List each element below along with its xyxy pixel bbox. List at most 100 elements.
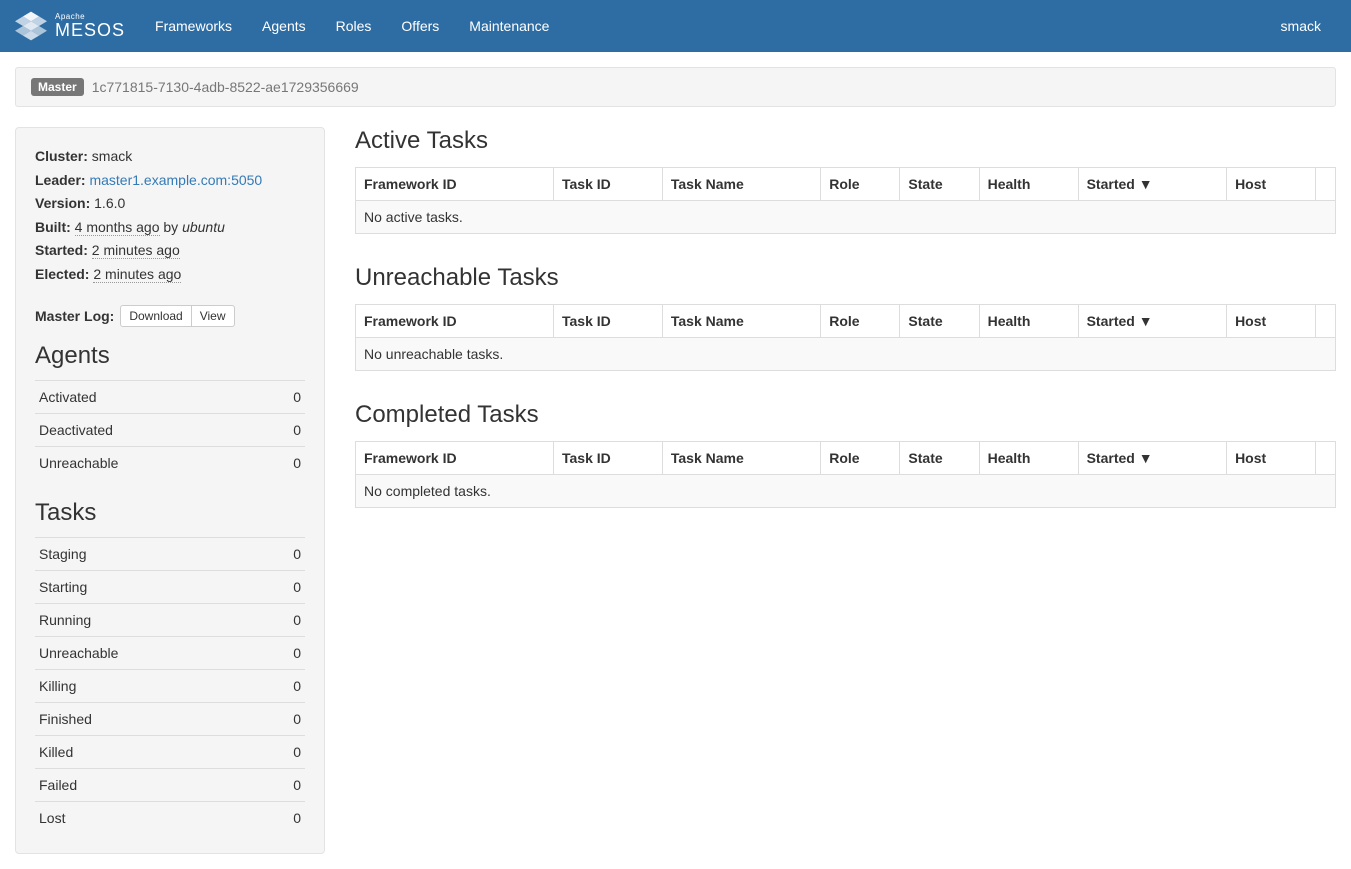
elected-label: Elected: — [35, 266, 89, 282]
version-label: Version: — [35, 195, 90, 211]
nav-offers[interactable]: Offers — [386, 2, 454, 50]
active-tasks-section: Active Tasks Framework ID Task ID Task N… — [355, 127, 1336, 234]
stat-value: 0 — [264, 446, 305, 479]
table-row: Unreachable0 — [35, 636, 305, 669]
nav-maintenance[interactable]: Maintenance — [454, 2, 564, 50]
stat-value: 0 — [264, 702, 305, 735]
stat-value: 0 — [264, 380, 305, 413]
col-framework-id[interactable]: Framework ID — [356, 305, 554, 338]
cluster-value: smack — [92, 148, 132, 164]
table-row: Finished0 — [35, 702, 305, 735]
main-content: Active Tasks Framework ID Task ID Task N… — [355, 127, 1336, 854]
nav-links: Frameworks Agents Roles Offers Maintenan… — [140, 2, 564, 50]
col-started[interactable]: Started ▼ — [1078, 168, 1226, 201]
table-row: Killing0 — [35, 669, 305, 702]
built-user: ubuntu — [182, 219, 225, 235]
stat-label: Unreachable — [35, 636, 264, 669]
col-started[interactable]: Started ▼ — [1078, 305, 1226, 338]
col-health[interactable]: Health — [979, 442, 1078, 475]
col-state[interactable]: State — [900, 442, 979, 475]
completed-tasks-section: Completed Tasks Framework ID Task ID Tas… — [355, 401, 1336, 508]
col-health[interactable]: Health — [979, 168, 1078, 201]
stat-label: Killing — [35, 669, 264, 702]
cluster-label: Cluster: — [35, 148, 88, 164]
stat-label: Unreachable — [35, 446, 264, 479]
agents-heading: Agents — [35, 342, 305, 370]
active-tasks-table: Framework ID Task ID Task Name Role Stat… — [355, 167, 1336, 234]
col-task-id[interactable]: Task ID — [553, 305, 662, 338]
col-task-name[interactable]: Task Name — [662, 168, 820, 201]
col-host[interactable]: Host — [1227, 305, 1316, 338]
col-state[interactable]: State — [900, 168, 979, 201]
col-role[interactable]: Role — [821, 305, 900, 338]
col-health[interactable]: Health — [979, 305, 1078, 338]
table-row: Killed0 — [35, 735, 305, 768]
stat-label: Failed — [35, 768, 264, 801]
table-row: Staging0 — [35, 537, 305, 570]
nav-agents[interactable]: Agents — [247, 2, 321, 50]
table-row: Running0 — [35, 603, 305, 636]
stat-value: 0 — [264, 537, 305, 570]
table-row: Failed0 — [35, 768, 305, 801]
section-heading: Unreachable Tasks — [355, 264, 1336, 292]
master-log-row: Master Log: Download View — [35, 305, 305, 327]
master-badge: Master — [31, 78, 84, 96]
master-id: 1c771815-7130-4adb-8522-ae1729356669 — [92, 79, 359, 95]
stat-value: 0 — [264, 669, 305, 702]
stat-value: 0 — [264, 603, 305, 636]
tasks-heading: Tasks — [35, 499, 305, 527]
col-host[interactable]: Host — [1227, 168, 1316, 201]
col-actions — [1316, 442, 1336, 475]
mesos-logo-icon — [15, 10, 47, 42]
stat-label: Starting — [35, 570, 264, 603]
stat-label: Activated — [35, 380, 264, 413]
master-log-label: Master Log: — [35, 308, 114, 324]
table-row: Lost0 — [35, 801, 305, 834]
col-role[interactable]: Role — [821, 442, 900, 475]
col-framework-id[interactable]: Framework ID — [356, 442, 554, 475]
unreachable-tasks-section: Unreachable Tasks Framework ID Task ID T… — [355, 264, 1336, 371]
col-framework-id[interactable]: Framework ID — [356, 168, 554, 201]
col-state[interactable]: State — [900, 305, 979, 338]
stat-label: Killed — [35, 735, 264, 768]
stat-label: Finished — [35, 702, 264, 735]
brand-text: Apache MESOS — [55, 13, 125, 39]
empty-message: No unreachable tasks. — [356, 338, 1336, 371]
sidebar-info: Cluster: smack Leader: master1.example.c… — [35, 147, 305, 285]
nav-roles[interactable]: Roles — [321, 2, 387, 50]
elected-value: 2 minutes ago — [93, 266, 181, 283]
tasks-table: Staging0 Starting0 Running0 Unreachable0… — [35, 537, 305, 834]
download-button[interactable]: Download — [120, 305, 191, 327]
stat-value: 0 — [264, 413, 305, 446]
unreachable-tasks-table: Framework ID Task ID Task Name Role Stat… — [355, 304, 1336, 371]
section-heading: Completed Tasks — [355, 401, 1336, 429]
stat-value: 0 — [264, 768, 305, 801]
built-label: Built: — [35, 219, 71, 235]
navbar: Apache MESOS Frameworks Agents Roles Off… — [0, 0, 1351, 52]
brand-name: MESOS — [55, 21, 125, 39]
col-task-name[interactable]: Task Name — [662, 305, 820, 338]
col-task-id[interactable]: Task ID — [553, 168, 662, 201]
empty-message: No completed tasks. — [356, 475, 1336, 508]
section-heading: Active Tasks — [355, 127, 1336, 155]
leader-label: Leader: — [35, 172, 86, 188]
sidebar: Cluster: smack Leader: master1.example.c… — [15, 127, 325, 854]
table-row: Activated0 — [35, 380, 305, 413]
col-task-name[interactable]: Task Name — [662, 442, 820, 475]
table-row: Unreachable0 — [35, 446, 305, 479]
brand-link[interactable]: Apache MESOS — [15, 10, 125, 42]
col-host[interactable]: Host — [1227, 442, 1316, 475]
col-task-id[interactable]: Task ID — [553, 442, 662, 475]
stat-label: Running — [35, 603, 264, 636]
version-value: 1.6.0 — [94, 195, 125, 211]
col-role[interactable]: Role — [821, 168, 900, 201]
completed-tasks-table: Framework ID Task ID Task Name Role Stat… — [355, 441, 1336, 508]
view-button[interactable]: View — [192, 305, 235, 327]
table-row: Deactivated0 — [35, 413, 305, 446]
nav-cluster-name: smack — [1266, 2, 1336, 50]
leader-link[interactable]: master1.example.com:5050 — [89, 172, 262, 188]
stat-value: 0 — [264, 636, 305, 669]
nav-frameworks[interactable]: Frameworks — [140, 2, 247, 50]
stat-value: 0 — [264, 735, 305, 768]
col-started[interactable]: Started ▼ — [1078, 442, 1226, 475]
